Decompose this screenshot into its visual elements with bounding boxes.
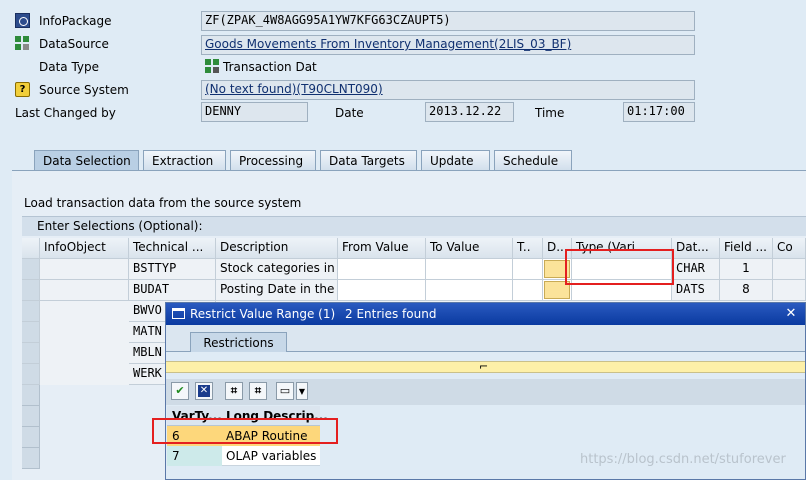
watermark: https://blog.csdn.net/stuforever [580,452,786,467]
sourcesystem-field[interactable]: (No text found)(T90CLNT090) [201,80,695,100]
dialog-subtitle: 2 Entries found [345,307,437,321]
datatype-cell: CHAR [672,259,720,280]
time-field[interactable]: 01:17:00 [623,102,695,122]
infoobject-cell [40,280,129,301]
infopackage-label: InfoPackage [39,14,112,28]
to-value-input[interactable] [426,259,513,280]
datatype-value: Transaction Dat [223,60,317,74]
col-co[interactable]: Co [773,238,806,259]
abap-routine-highlight [152,418,338,444]
infopackage-field[interactable]: ZF(ZPAK_4W8AGG95A1YW7KFG63CZAUPT5) [201,11,695,31]
find-icon[interactable]: ⌗ [225,382,243,400]
confirm-icon[interactable]: ✔ [171,382,189,400]
row-selector[interactable] [22,406,40,427]
date-label: Date [335,106,364,120]
tab-data-selection[interactable]: Data Selection [34,150,139,170]
datasource-label: DataSource [39,37,109,51]
datasource-field[interactable]: Goods Movements From Inventory Managemen… [201,35,695,55]
field-length-cell: 1 [720,259,773,280]
table-row: BSTTYP Stock categories in ... CHAR 1 [22,259,806,280]
chevron-down-icon[interactable]: ▼ [296,382,308,400]
tab-data-targets[interactable]: Data Targets [320,150,417,170]
splitter-grip-icon: ⌐ [479,360,489,373]
row-selector[interactable] [22,301,40,322]
col-description[interactable]: Description [216,238,338,259]
row-selector[interactable] [22,427,40,448]
tab-update[interactable]: Update [421,150,490,170]
tab-restrictions[interactable]: Restrictions [190,332,287,352]
type-variable-highlight [565,249,674,285]
datatype-cell: DATS [672,280,720,301]
co-cell [773,259,806,280]
print-icon[interactable]: ▭ [276,382,294,400]
field-length-cell: 8 [720,280,773,301]
close-icon[interactable]: ✕ [783,306,799,322]
grid-header: InfoObject Technical ... Description Fro… [22,238,806,259]
date-field[interactable]: 2013.12.22 [425,102,514,122]
selections-title: Enter Selections (Optional): [37,219,203,233]
row-selector[interactable] [22,385,40,406]
description-cell: Posting Date in the ... [216,280,338,301]
col-to-value[interactable]: To Value [426,238,513,259]
tab-processing[interactable]: Processing [230,150,316,170]
col-field[interactable]: Field ... [720,238,773,259]
datasource-icon [15,36,30,51]
infoobject-cell [40,259,129,280]
find-next-icon[interactable]: ⌗ [249,382,267,400]
row-selector[interactable] [22,259,40,280]
col-infoobject[interactable]: InfoObject [40,238,129,259]
infopackage-icon [15,13,30,28]
col-technical[interactable]: Technical ... [129,238,216,259]
row-selector[interactable] [22,448,40,469]
co-cell [773,280,806,301]
col-datatype[interactable]: Dat... [672,238,720,259]
list-item-desc: OLAP variables [226,449,317,463]
lastchanged-field[interactable]: DENNY [201,102,308,122]
tab-extraction[interactable]: Extraction [143,150,226,170]
to-value-input[interactable] [426,280,513,301]
load-text: Load transaction data from the source sy… [24,196,302,210]
row-selector[interactable] [22,343,40,364]
dialog-window-icon [172,308,185,319]
from-value-input[interactable] [338,280,426,301]
sourcesystem-label: Source System [39,83,129,97]
t-cell[interactable] [513,280,543,301]
from-value-input[interactable] [338,259,426,280]
transaction-data-icon [205,59,220,73]
time-label: Time [535,106,565,120]
technical-cell: BUDAT [129,280,216,301]
row-selector[interactable] [22,280,40,301]
source-system-icon: ? [15,82,30,97]
table-row: BUDAT Posting Date in the ... DATS 8 [22,280,806,301]
dialog-title: Restrict Value Range (1) [190,307,336,321]
col-t[interactable]: T.. [513,238,543,259]
row-selector[interactable] [22,364,40,385]
header-selector [22,238,40,259]
tab-schedule[interactable]: Schedule [494,150,572,170]
lastchanged-label: Last Changed by [15,106,116,120]
description-cell: Stock categories in ... [216,259,338,280]
col-from-value[interactable]: From Value [338,238,426,259]
list-item-code: 7 [172,449,180,463]
row-selector[interactable] [22,322,40,343]
cancel-icon[interactable]: ✕ [195,382,213,400]
datatype-label: Data Type [39,60,100,74]
t-cell[interactable] [513,259,543,280]
technical-cell: BSTTYP [129,259,216,280]
